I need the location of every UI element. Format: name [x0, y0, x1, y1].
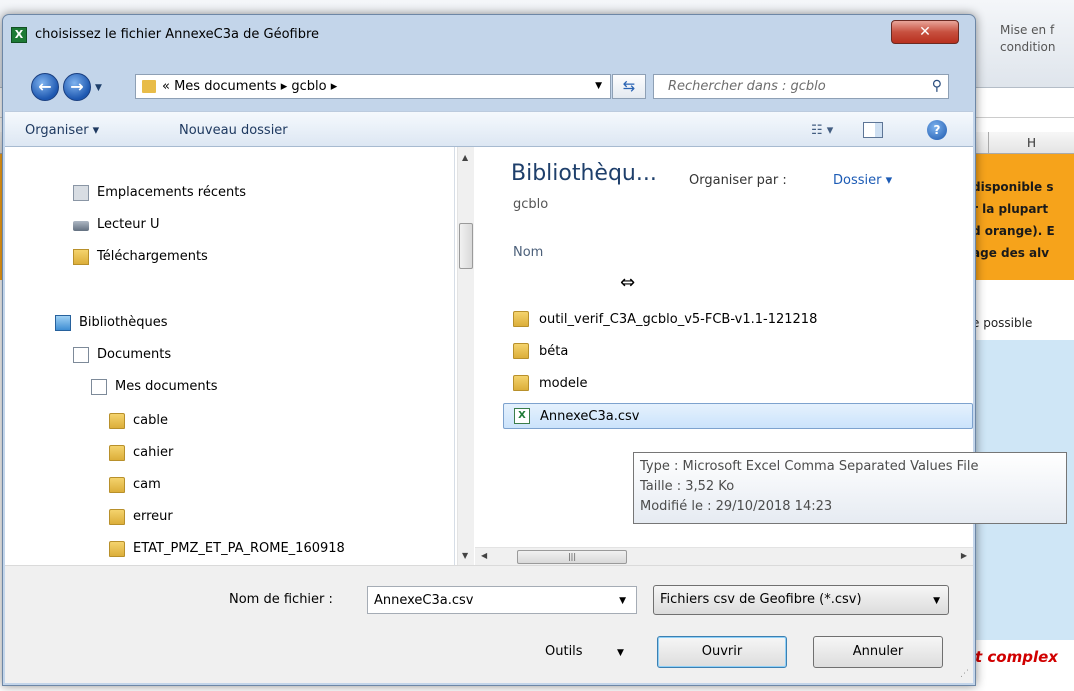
documents-icon: [91, 379, 107, 395]
recent-places-icon: [73, 185, 89, 201]
title-bar[interactable]: X choisissez le fichier AnnexeC3a de Géo…: [3, 15, 975, 51]
nav-item-label: cable: [133, 413, 168, 428]
nav-vertical-scrollbar[interactable]: ▲ ▼: [457, 147, 474, 565]
library-subtitle: gcblo: [513, 197, 549, 212]
possible-cell-text: e possible: [972, 316, 1033, 330]
nav-item-label: Téléchargements: [97, 249, 208, 264]
forward-button[interactable]: →: [63, 73, 91, 101]
file-name: outil_verif_C3A_gcblo_v5-FCB-v1.1-121218: [539, 312, 818, 327]
file-row-folder[interactable]: béta: [503, 339, 973, 365]
open-button[interactable]: Ouvrir: [657, 636, 787, 668]
file-row-folder[interactable]: modele: [503, 371, 973, 397]
address-bar[interactable]: « Mes documents ▸ gcblo ▸ ▼: [135, 74, 611, 99]
downloads-icon: [73, 249, 89, 265]
excel-csv-icon: X: [514, 408, 530, 424]
nav-item-label: Lecteur U: [97, 217, 160, 232]
navigation-bar: ← → ▼ « Mes documents ▸ gcblo ▸ ▼ ⇆ Rech…: [3, 65, 975, 107]
folder-icon: [513, 311, 529, 327]
nav-item-label: cahier: [133, 445, 174, 460]
folder-icon: [109, 509, 125, 525]
scroll-thumb[interactable]: |||: [517, 550, 627, 564]
address-dropdown-icon[interactable]: ▼: [595, 81, 602, 91]
libraries-icon: [55, 315, 71, 331]
folder-icon: [513, 343, 529, 359]
cancel-button[interactable]: Annuler: [813, 636, 943, 668]
search-placeholder: Rechercher dans : gcblo: [668, 79, 826, 94]
history-dropdown-icon[interactable]: ▼: [95, 83, 102, 93]
file-name: modele: [539, 376, 588, 391]
back-button[interactable]: ←: [31, 73, 59, 101]
folder-icon: [109, 413, 125, 429]
nav-item-label: ETAT_PMZ_ET_PA_ROME_160918: [133, 541, 345, 556]
conditional-format-label: Mise en f condition: [1000, 23, 1056, 54]
scroll-down-icon[interactable]: ▼: [462, 551, 468, 560]
open-file-dialog: X choisissez le fichier AnnexeC3a de Géo…: [2, 14, 976, 686]
file-info-tooltip: Type : Microsoft Excel Comma Separated V…: [633, 452, 1067, 524]
file-row-folder[interactable]: outil_verif_C3A_gcblo_v5-FCB-v1.1-121218: [503, 307, 973, 333]
filename-input[interactable]: AnnexeC3a.csv ▼: [367, 586, 637, 614]
excel-icon: X: [11, 27, 27, 43]
library-title: Bibliothèqu...: [511, 161, 657, 186]
scroll-thumb[interactable]: [459, 223, 473, 269]
chevron-down-icon[interactable]: ▼: [617, 648, 624, 658]
network-drive-icon: [73, 221, 89, 231]
search-icon[interactable]: ⚲: [932, 78, 942, 94]
preview-pane-icon[interactable]: [863, 122, 883, 138]
dialog-footer: Nom de fichier : AnnexeC3a.csv ▼ Fichier…: [5, 565, 973, 683]
arrange-by-dropdown[interactable]: Dossier ▾: [833, 173, 892, 188]
orange-line: age des alv: [972, 246, 1050, 260]
command-toolbar: Organiser ▾ Nouveau dossier ☷ ▾ ?: [5, 111, 973, 147]
dialog-title: choisissez le fichier AnnexeC3a de Géofi…: [35, 27, 320, 42]
documents-icon: [73, 347, 89, 363]
filename-value[interactable]: AnnexeC3a.csv: [374, 593, 474, 608]
help-icon[interactable]: ?: [927, 120, 947, 140]
folder-icon: [109, 445, 125, 461]
search-input[interactable]: Rechercher dans : gcblo ⚲: [653, 74, 949, 99]
file-row-csv-selected[interactable]: X AnnexeC3a.csv: [503, 403, 973, 429]
folder-icon: [513, 375, 529, 391]
scroll-left-icon[interactable]: ◀: [481, 551, 487, 560]
tooltip-size: Taille : 3,52 Ko: [640, 479, 735, 494]
file-horizontal-scrollbar[interactable]: ◀ ||| ▶: [475, 547, 973, 565]
address-path[interactable]: « Mes documents ▸ gcblo ▸: [162, 79, 337, 94]
file-name: béta: [539, 344, 569, 359]
refresh-button[interactable]: ⇆: [612, 74, 646, 99]
scroll-up-icon[interactable]: ▲: [462, 153, 468, 162]
filename-label: Nom de fichier :: [229, 592, 333, 607]
filetype-select[interactable]: Fichiers csv de Geofibre (*.csv) ▼: [653, 585, 949, 615]
arrange-by-label: Organiser par :: [689, 173, 787, 188]
nav-item-label: erreur: [133, 509, 173, 524]
chevron-down-icon[interactable]: ▼: [933, 596, 940, 606]
tooltip-modified: Modifié le : 29/10/2018 14:23: [640, 499, 833, 514]
new-folder-button[interactable]: Nouveau dossier: [179, 123, 288, 138]
organize-menu[interactable]: Organiser ▾: [25, 123, 99, 138]
nav-item-label: Mes documents: [115, 379, 218, 394]
column-header-name[interactable]: Nom: [513, 245, 543, 260]
nav-item-label: Bibliothèques: [79, 315, 168, 330]
resize-grip-icon[interactable]: ⋰: [960, 669, 969, 679]
chevron-down-icon[interactable]: ▼: [619, 596, 626, 606]
folder-icon: [109, 541, 125, 557]
view-options-icon[interactable]: ☷ ▾: [811, 123, 833, 138]
orange-line: r la plupart: [972, 202, 1049, 216]
file-name: AnnexeC3a.csv: [540, 409, 640, 424]
nav-item-label: Documents: [97, 347, 172, 362]
orange-line: d orange). E: [972, 224, 1055, 238]
nav-item-label: Emplacements récents: [97, 185, 247, 200]
tooltip-type: Type : Microsoft Excel Comma Separated V…: [640, 459, 979, 474]
navigation-pane: Emplacements récents Lecteur U Télécharg…: [5, 147, 455, 565]
scroll-right-icon[interactable]: ▶: [961, 551, 967, 560]
complex-cell-text: t complex: [975, 648, 1058, 666]
orange-line: disponible s: [972, 180, 1054, 194]
filetype-value: Fichiers csv de Geofibre (*.csv): [660, 592, 862, 607]
nav-item-label: cam: [133, 477, 161, 492]
close-button[interactable]: ✕: [891, 20, 959, 44]
tools-menu[interactable]: Outils: [545, 644, 583, 659]
column-header-h: H: [988, 132, 1074, 154]
orange-cell-text: disponible s r la plupart d orange). E a…: [972, 176, 1074, 264]
resize-cursor-icon: ⇔: [620, 272, 636, 293]
folder-icon: [109, 477, 125, 493]
folder-icon: [142, 80, 156, 93]
